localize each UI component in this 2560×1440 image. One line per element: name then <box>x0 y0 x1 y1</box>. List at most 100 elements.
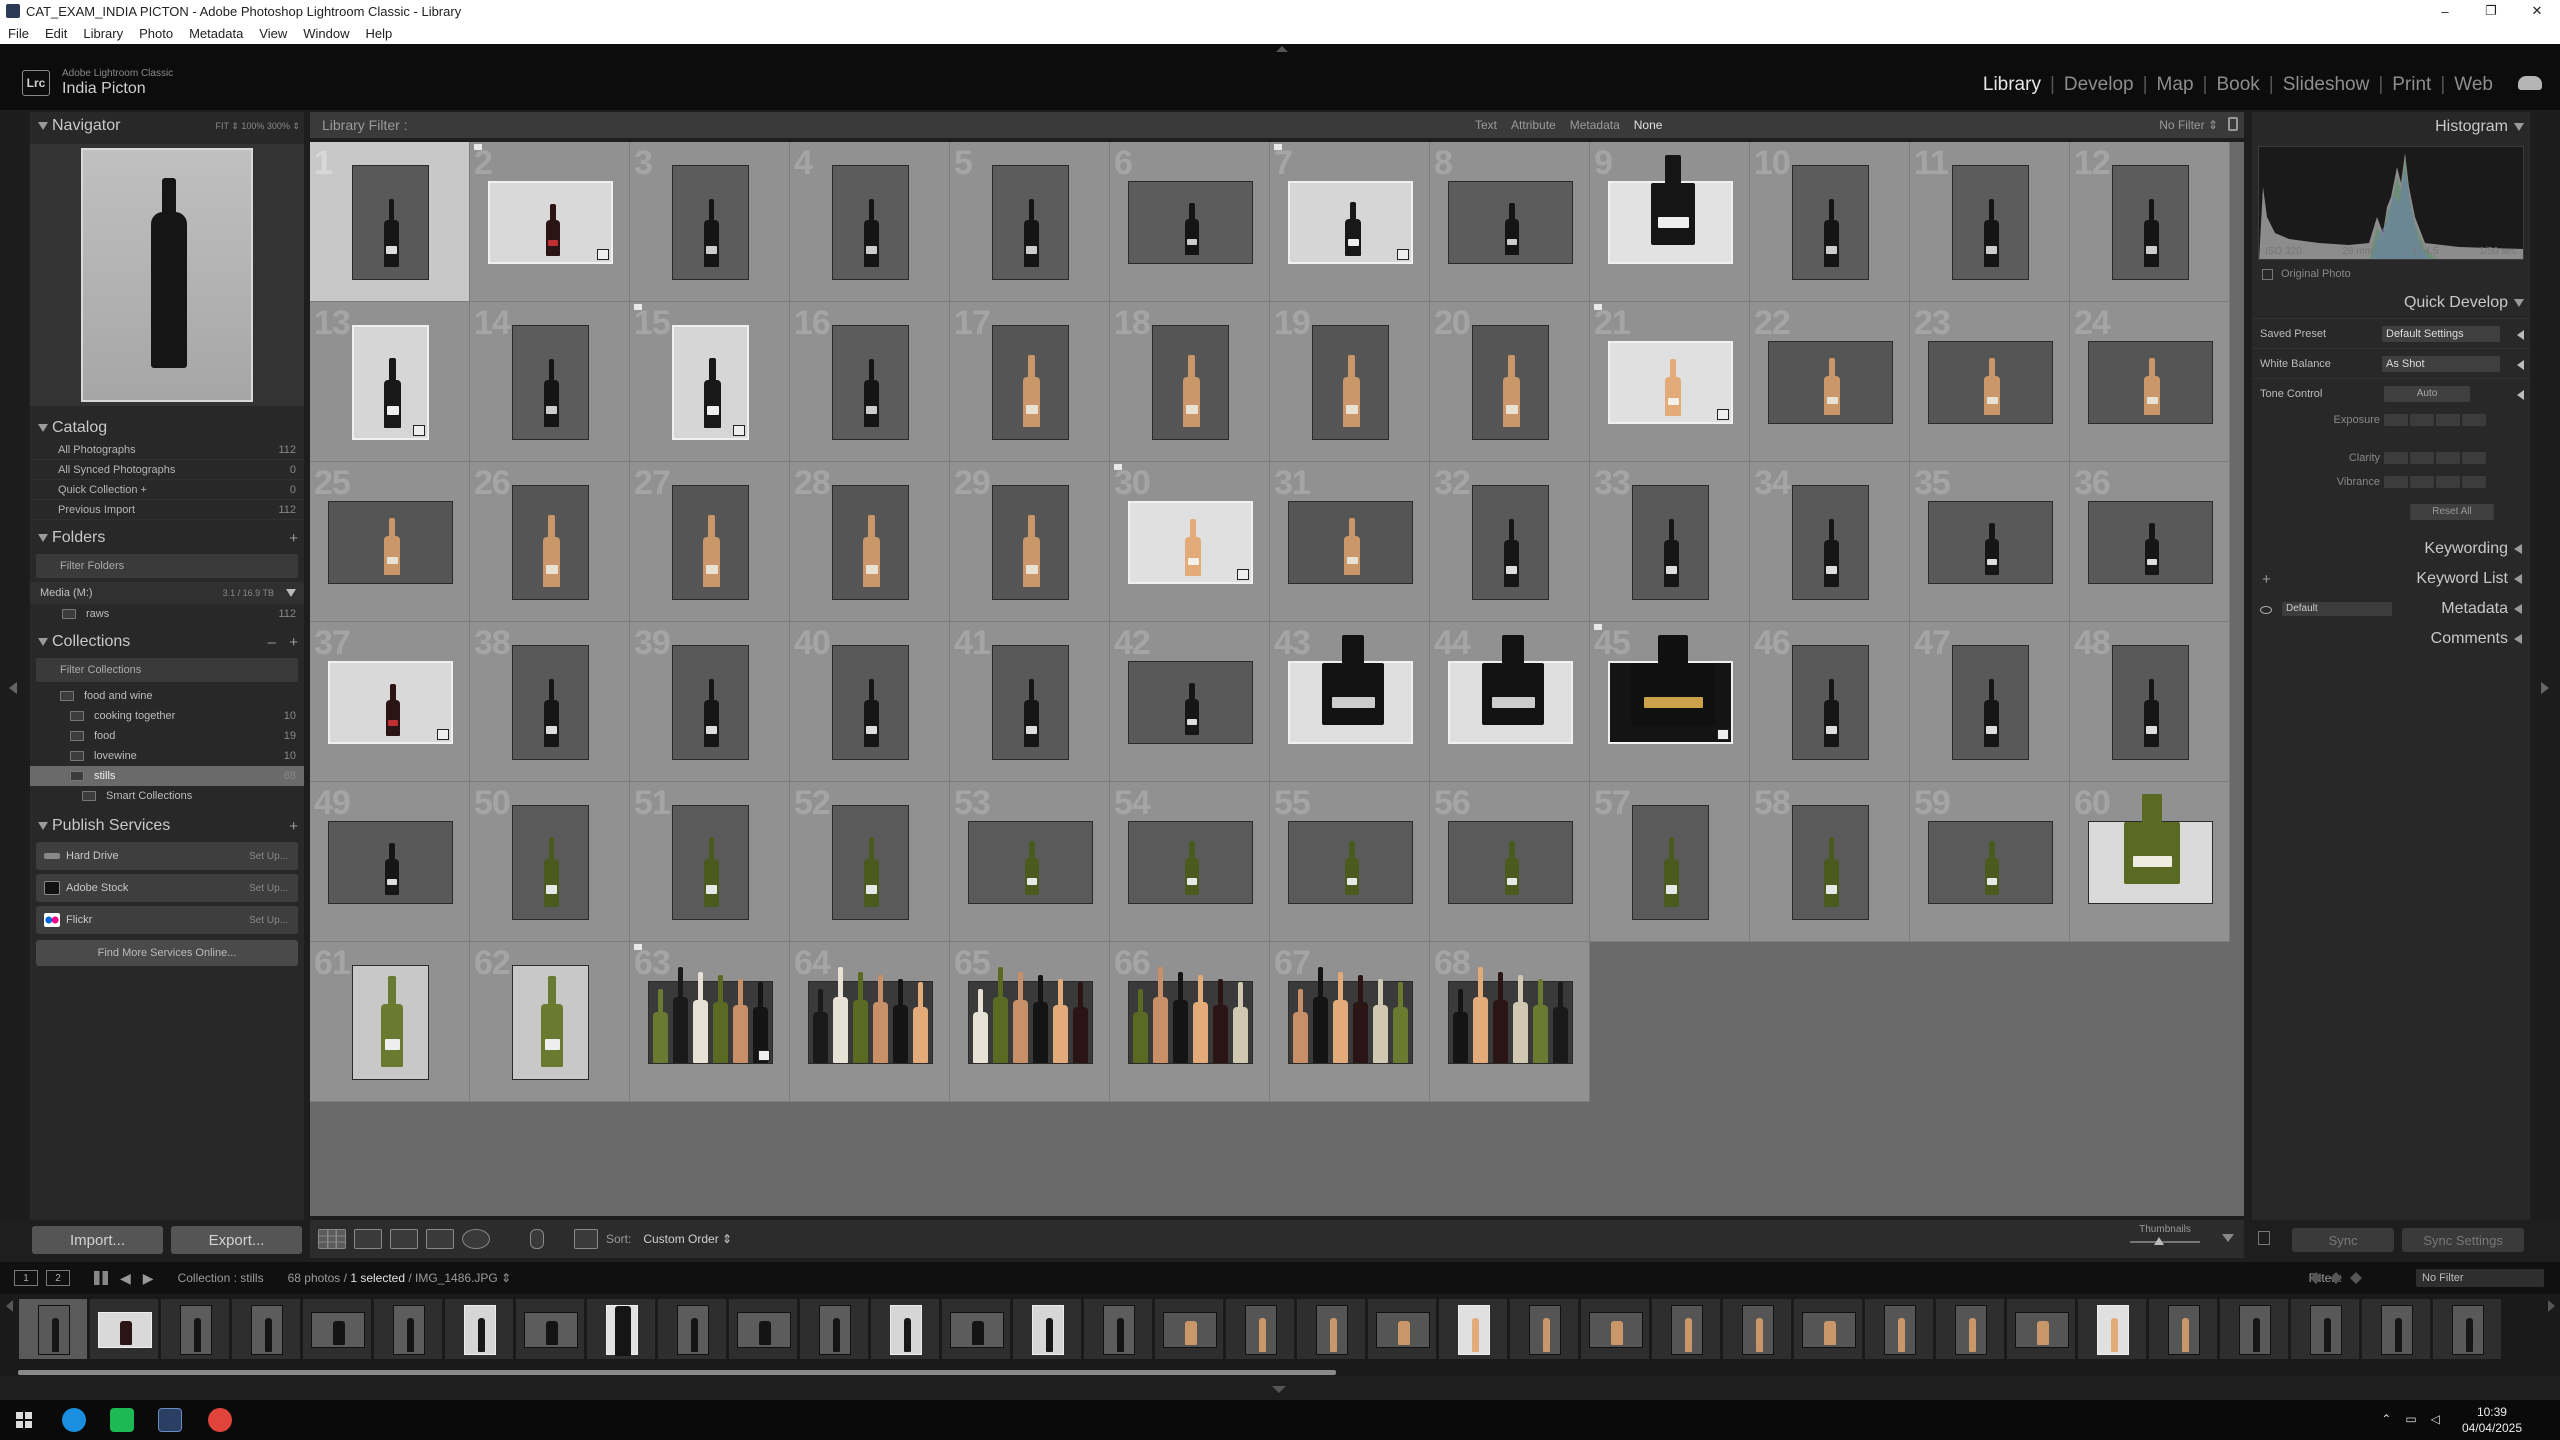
collection-item-lovewine[interactable]: lovewine 10 <box>30 746 304 766</box>
photo-image[interactable] <box>512 325 589 440</box>
menu-file[interactable]: File <box>8 26 29 41</box>
volume-dropdown-icon[interactable] <box>286 589 296 597</box>
filmstrip-cell[interactable] <box>1367 1298 1437 1360</box>
publish-flickr[interactable]: Flickr Set Up... <box>36 906 298 934</box>
photo-image[interactable] <box>328 661 453 744</box>
flag-icon[interactable] <box>474 144 482 150</box>
grid-cell[interactable]: 49 <box>310 782 470 942</box>
filmstrip-cell[interactable] <box>586 1298 656 1360</box>
flag-icon[interactable] <box>634 304 642 310</box>
filmstrip-cell[interactable] <box>1793 1298 1863 1360</box>
filter-option-text[interactable]: Text <box>1475 118 1497 132</box>
filmstrip-cell[interactable] <box>1438 1298 1508 1360</box>
filter-option-none[interactable]: None <box>1634 118 1663 132</box>
filmstrip-cell[interactable] <box>2006 1298 2076 1360</box>
catalog-item[interactable]: All Synced Photographs 0 <box>30 460 304 480</box>
catalog-item[interactable]: Quick Collection + 0 <box>30 480 304 500</box>
grid-cell[interactable]: 18 <box>1110 302 1270 462</box>
collection-item-cooking-together[interactable]: cooking together 10 <box>30 706 304 726</box>
left-panel-edge[interactable] <box>0 112 28 1220</box>
photo-image[interactable] <box>1608 341 1733 424</box>
grid-cell[interactable]: 13 <box>310 302 470 462</box>
grid-cell[interactable]: 5 <box>950 142 1110 302</box>
menu-help[interactable]: Help <box>366 26 393 41</box>
grid-cell[interactable]: 54 <box>1110 782 1270 942</box>
filmstrip-cell[interactable] <box>870 1298 940 1360</box>
filmstrip-cell[interactable] <box>89 1298 159 1360</box>
module-develop[interactable]: Develop <box>2055 74 2143 96</box>
grid-cell[interactable]: 12 <box>2070 142 2230 302</box>
toolbar-content-dropdown-icon[interactable] <box>2222 1234 2234 1242</box>
photo-image[interactable] <box>992 645 1069 760</box>
photo-image[interactable] <box>1312 325 1389 440</box>
grid-cell[interactable]: 46 <box>1750 622 1910 782</box>
grid-cell[interactable]: 25 <box>310 462 470 622</box>
photo-image[interactable] <box>648 967 773 1064</box>
grid-cell[interactable]: 17 <box>950 302 1110 462</box>
filmstrip-cell[interactable] <box>231 1298 301 1360</box>
volume-icon[interactable]: ◁ <box>2431 1412 2440 1426</box>
filmstrip-cell[interactable] <box>1722 1298 1792 1360</box>
grid-cell[interactable]: 44 <box>1430 622 1590 782</box>
photo-image[interactable] <box>808 967 933 1064</box>
grid-cell[interactable]: 24 <box>2070 302 2230 462</box>
lock-icon[interactable] <box>2228 117 2238 131</box>
metadata-header[interactable]: Default Metadata <box>2252 594 2530 624</box>
catalog-item[interactable]: Previous Import 112 <box>30 500 304 520</box>
white-balance-dropdown[interactable]: As Shot <box>2382 355 2500 372</box>
photo-image[interactable] <box>1128 501 1253 584</box>
photo-image[interactable] <box>832 645 909 760</box>
grid-cell[interactable]: 63 <box>630 942 790 1102</box>
grid-cell[interactable]: 60 <box>2070 782 2230 942</box>
photo-image[interactable] <box>992 325 1069 440</box>
filmstrip-cell[interactable] <box>728 1298 798 1360</box>
photo-image[interactable] <box>1792 805 1869 920</box>
grid-cell[interactable]: 2 <box>470 142 630 302</box>
filmstrip-filter-dropdown[interactable]: No Filter <box>2416 1269 2544 1287</box>
grid-cell[interactable]: 68 <box>1430 942 1590 1102</box>
slider-knob[interactable] <box>2154 1237 2164 1245</box>
grid-cell[interactable]: 40 <box>790 622 950 782</box>
photo-image[interactable] <box>1952 165 2029 280</box>
grid-cell[interactable]: 27 <box>630 462 790 622</box>
filmstrip-cell[interactable] <box>160 1298 230 1360</box>
filmstrip-cell[interactable] <box>1935 1298 2005 1360</box>
photo-image[interactable] <box>1288 501 1413 584</box>
grid-cell[interactable]: 55 <box>1270 782 1430 942</box>
add-keyword-icon[interactable]: + <box>2262 571 2271 588</box>
photo-image[interactable] <box>832 325 909 440</box>
grid-cell[interactable]: 67 <box>1270 942 1430 1102</box>
photo-image[interactable] <box>352 965 429 1080</box>
publish-services-header[interactable]: Publish Services + <box>30 814 304 838</box>
module-map[interactable]: Map <box>2148 74 2203 96</box>
grid-cell[interactable]: 31 <box>1270 462 1430 622</box>
grid-cell[interactable]: 32 <box>1430 462 1590 622</box>
grid-cell[interactable]: 16 <box>790 302 950 462</box>
photo-image[interactable] <box>992 485 1069 600</box>
navigator-preview[interactable] <box>30 144 304 406</box>
module-library[interactable]: Library <box>1974 74 2050 96</box>
spotify-icon[interactable] <box>110 1408 134 1432</box>
photo-image[interactable] <box>1632 805 1709 920</box>
collapse-right-icon[interactable] <box>2541 682 2549 694</box>
photo-image[interactable] <box>512 805 589 920</box>
grid-cell[interactable]: 57 <box>1590 782 1750 942</box>
add-publish-service-icon[interactable]: + <box>289 818 298 835</box>
edited-badge-icon[interactable] <box>733 425 745 436</box>
volume-row[interactable]: Media (M:) 3.1 / 16.9 TB <box>30 582 304 604</box>
back-arrow-icon[interactable]: ◀ <box>120 1270 131 1287</box>
photo-image[interactable] <box>352 325 429 440</box>
collapse-left-icon[interactable] <box>9 682 17 694</box>
navigator-zoom-options[interactable]: FIT ⇕ 100% 300% ⇕ <box>216 121 300 132</box>
filmstrip-left-icon[interactable] <box>6 1300 13 1312</box>
collections-header[interactable]: Collections – + <box>30 630 304 654</box>
photo-image[interactable] <box>352 165 429 280</box>
filmstrip-cell[interactable] <box>657 1298 727 1360</box>
photo-image[interactable] <box>1128 967 1253 1064</box>
collection-item-food[interactable]: food 19 <box>30 726 304 746</box>
grid-cell[interactable]: 9 <box>1590 142 1750 302</box>
filmstrip-cell[interactable] <box>2432 1298 2502 1360</box>
sync-button[interactable]: Sync <box>2292 1228 2395 1252</box>
filmstrip-cell[interactable] <box>2219 1298 2289 1360</box>
add-collection-icon[interactable]: + <box>289 634 298 651</box>
